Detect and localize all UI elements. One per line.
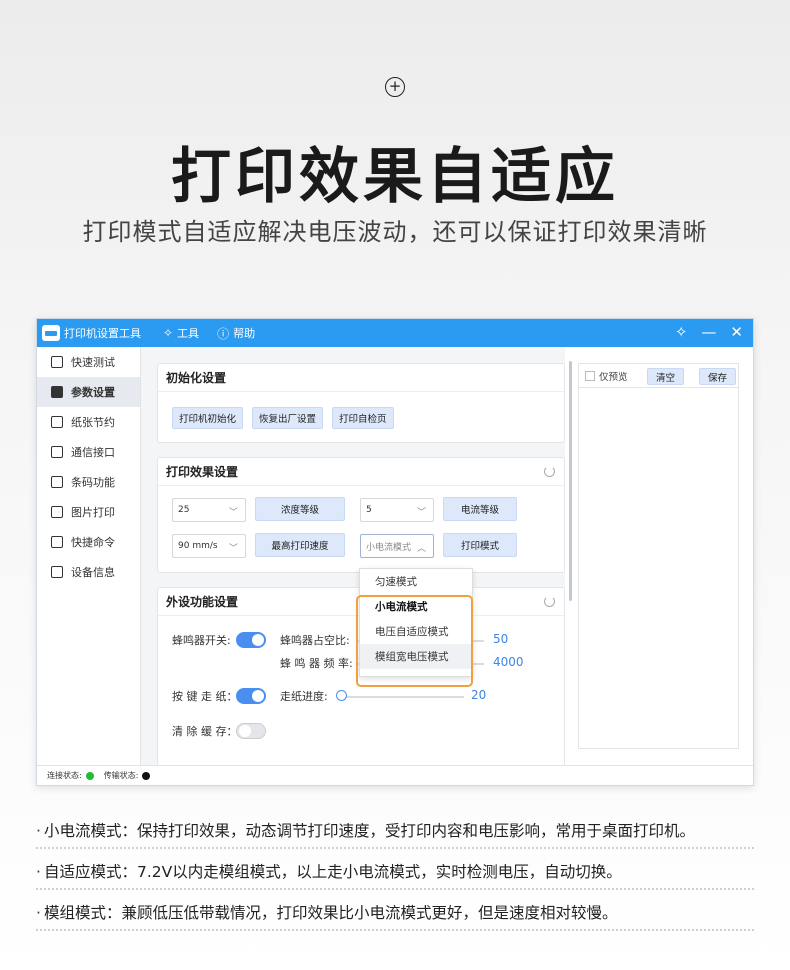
menu-tools[interactable]: ✧ 工具 [163, 325, 199, 341]
freq-value: 4000 [493, 655, 524, 669]
mode-option-uniform[interactable]: 匀速模式 [360, 569, 472, 594]
app-title: 打印机设置工具 [64, 327, 141, 340]
transfer-status-dot [142, 771, 151, 780]
speed-button[interactable]: 最高打印速度 [255, 533, 345, 557]
note-low-current: · 小电流模式：保持打印效果，动态调节打印速度，受打印内容和电压影响，常用于桌面打… [36, 819, 754, 849]
feed-key-toggle[interactable] [236, 688, 266, 704]
printer-icon [42, 325, 60, 341]
chevron-down-icon: ﹀ [228, 508, 238, 518]
duty-label: 蜂鸣器占空比: [280, 634, 350, 647]
paper-icon [51, 416, 63, 428]
refresh-icon[interactable] [544, 466, 555, 477]
speed-select[interactable]: 90 mm/s ﹀ [172, 534, 246, 558]
sidebar-item-quick-test[interactable]: 快速测试 [37, 347, 140, 377]
highlight-frame [356, 595, 473, 687]
main-content: 初始化设置 打印机初始化 恢复出厂设置 打印自检页 打印效果设置 25 ﹀ 浓度等… [141, 347, 565, 765]
settings-icon [51, 386, 63, 398]
close-button[interactable]: ✕ [730, 323, 743, 341]
sidebar-item-image-print[interactable]: 图片打印 [37, 497, 140, 527]
sidebar-item-comm[interactable]: 通信接口 [37, 437, 140, 467]
barcode-icon [51, 476, 63, 488]
sidebar-item-paper-saving[interactable]: 纸张节约 [37, 407, 140, 437]
info-icon [51, 566, 63, 578]
clear-cache-label: 清 除 缓 存： [172, 725, 238, 738]
note-module: · 模组模式：兼顾低压低带载情况，打印效果比小电流模式更好，但是速度相对较慢。 [36, 901, 754, 931]
init-card: 初始化设置 打印机初始化 恢复出厂设置 打印自检页 [157, 363, 565, 443]
density-select[interactable]: 25 ﹀ [172, 498, 246, 522]
current-select[interactable]: 5 ﹀ [360, 498, 434, 522]
save-button[interactable]: 保存 [699, 368, 737, 385]
note-adaptive: · 自适应模式：7.2V以内走模组模式，以上走小电流模式，实时检测电压，自动切换。 [36, 860, 754, 890]
tools-icon: ✧ [163, 326, 174, 340]
sidebar: 快速测试 参数设置 纸张节约 通信接口 条码功能 图片打印 快捷命令 设备信息 [37, 347, 141, 765]
feed-key-label: 按 键 走 纸： [172, 690, 238, 703]
help-icon: ⓘ [217, 326, 230, 341]
hero-subtitle: 打印模式自适应解决电压波动，还可以保证打印效果清晰 [82, 218, 708, 246]
feed-progress-knob[interactable] [336, 690, 347, 701]
menu-help[interactable]: ⓘ 帮助 [217, 325, 255, 342]
scrollbar[interactable] [569, 361, 572, 601]
sidebar-item-barcode[interactable]: 条码功能 [37, 467, 140, 497]
pin-icon[interactable]: ✧ [675, 323, 688, 341]
clear-button[interactable]: 清空 [647, 368, 685, 385]
hero-title: 打印效果自适应 [171, 142, 619, 212]
command-icon [51, 536, 63, 548]
init-card-title: 初始化设置 [158, 364, 564, 392]
title-bar: 打印机设置工具 ✧ 工具 ⓘ 帮助 ✧ — ✕ [37, 319, 753, 347]
status-bar: 连接状态: 传输状态: [37, 765, 753, 785]
sidebar-item-device-info[interactable]: 设备信息 [37, 557, 140, 587]
connection-status-dot [85, 771, 94, 780]
preview-only-checkbox[interactable] [585, 371, 595, 381]
mode-button[interactable]: 打印模式 [443, 533, 517, 557]
minimize-button[interactable]: — [701, 323, 716, 341]
refresh-icon[interactable] [544, 596, 555, 607]
plus-circle-icon: + [385, 77, 405, 97]
chevron-down-icon: ﹀ [228, 544, 238, 554]
buzzer-label: 蜂鸣器开关: [172, 634, 231, 647]
transfer-status-label: 传输状态: [103, 771, 139, 780]
peripheral-card-title: 外设功能设置 [166, 595, 239, 609]
duty-value: 50 [493, 632, 509, 646]
effect-card-title: 打印效果设置 [166, 465, 239, 479]
feed-progress-label: 走纸进度: [280, 690, 328, 703]
printer-init-button[interactable]: 打印机初始化 [172, 407, 244, 429]
sidebar-item-params[interactable]: 参数设置 [37, 377, 140, 407]
app-window: 打印机设置工具 ✧ 工具 ⓘ 帮助 ✧ — ✕ 快速测试 参数设置 纸张节约 通… [36, 318, 754, 786]
effect-card: 打印效果设置 25 ﹀ 浓度等级 5 ﹀ 电流等级 90 mm/s ﹀ 最高打印速度 … [157, 457, 565, 573]
grid-icon [51, 446, 63, 458]
chevron-up-icon: ︿ [416, 544, 426, 554]
test-icon [51, 356, 63, 368]
density-button[interactable]: 浓度等级 [255, 497, 345, 521]
mode-select[interactable]: 小电流模式 ︿ [360, 534, 434, 558]
preview-panel: 仅预览 清空 保存 [578, 363, 739, 749]
clear-cache-toggle[interactable] [236, 723, 266, 739]
connection-status-label: 连接状态: [47, 771, 82, 780]
factory-reset-button[interactable]: 恢复出厂设置 [252, 407, 324, 429]
sidebar-item-shortcut[interactable]: 快捷命令 [37, 527, 140, 557]
feed-progress-value: 20 [471, 688, 487, 702]
preview-only-label: 仅预览 [599, 372, 628, 383]
image-icon [51, 506, 63, 518]
self-test-button[interactable]: 打印自检页 [332, 407, 394, 429]
chevron-down-icon: ﹀ [416, 508, 426, 518]
freq-label: 蜂 鸣 器 频 率: [280, 657, 353, 670]
buzzer-toggle[interactable] [236, 632, 266, 648]
current-button[interactable]: 电流等级 [443, 497, 517, 521]
feed-progress-slider[interactable] [338, 696, 464, 698]
